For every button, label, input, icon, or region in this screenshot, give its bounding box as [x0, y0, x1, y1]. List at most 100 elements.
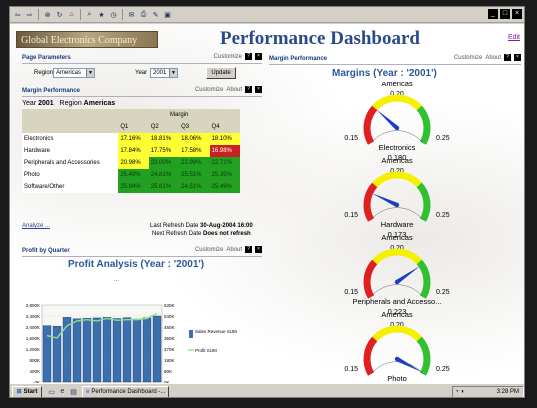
quarter-header: Q3 [179, 121, 210, 133]
section-title: Profit by Quarter [22, 247, 70, 254]
browser-window: ⇦ ⇨ ⊗ ↻ ⌂ ⌕ ★ ◷ ✉ ⎙ ✎ ▣ _ □ × Global Ele… [9, 6, 525, 398]
maximize-button[interactable]: □ [500, 9, 510, 19]
page-header: Global Electronics Company Performance D… [10, 24, 524, 54]
margin-cell[interactable]: 25.51% [179, 169, 210, 181]
help-icon[interactable]: ? [504, 54, 511, 61]
divider [22, 96, 262, 97]
margin-cell[interactable]: 22.99% [179, 157, 210, 169]
table-body: Electronics 17.16% 18.81% 18.06% 18.10% Hardw… [22, 133, 240, 193]
margin-cell[interactable]: 25.94% [118, 181, 149, 193]
gauge-hub [394, 356, 400, 362]
start-label: Start [23, 388, 38, 395]
discuss-icon[interactable]: ▣ [162, 9, 173, 20]
last-refresh-label: Last Refresh Date [150, 223, 199, 229]
margin-cell[interactable]: 22.71% [209, 157, 240, 169]
favorites-icon[interactable]: ★ [96, 9, 107, 20]
about-link[interactable]: About [485, 55, 501, 61]
gauge-needle [376, 109, 399, 130]
margin-cell[interactable]: 25.49% [118, 169, 149, 181]
margin-cell[interactable]: 17.75% [148, 145, 180, 157]
gauge-yellow-band [372, 248, 422, 265]
table-corner [22, 121, 119, 133]
margin-cell[interactable]: 17.58% [179, 145, 210, 157]
close-icon[interactable]: × [514, 54, 521, 61]
gauge-red-band [363, 105, 378, 145]
section-title: Margin Performance [22, 87, 81, 94]
bar [122, 317, 132, 383]
profit-chart-title: Profit Analysis (Year : '2001') [68, 259, 205, 270]
row-label: Software/Other [22, 181, 119, 193]
dashboard-page: Global Electronics Company Performance D… [10, 24, 524, 383]
margin-cell[interactable]: 16.98% [209, 145, 240, 157]
year-select-value: 2001 [153, 70, 167, 76]
region-select-value: Americas [56, 70, 82, 76]
close-icon[interactable]: × [255, 246, 262, 253]
quick-launch-desktop-icon[interactable]: ▭ [46, 386, 57, 397]
refresh-icon[interactable]: ↻ [54, 9, 65, 20]
quick-launch-ie-icon[interactable]: e [57, 386, 68, 397]
margin-cell[interactable]: 17.84% [118, 145, 149, 157]
table-header-row: Q1 Q2 Q3 Q4 [22, 121, 240, 133]
ie-icon: e [86, 388, 90, 395]
y2-tick-label: 450K [164, 325, 175, 330]
customize-link[interactable]: Customize [195, 247, 223, 253]
margin-cell[interactable]: 24.51% [179, 181, 210, 193]
table-row: Hardware 17.84% 17.75% 17.58% 16.98% [22, 145, 240, 157]
customize-link[interactable]: Customize [195, 87, 223, 93]
row-label: Photo [22, 169, 119, 181]
gauge-yellow-band [372, 171, 422, 188]
gauge-red-band [363, 336, 378, 376]
margin-cell[interactable]: 18.06% [179, 133, 210, 145]
forward-icon[interactable]: ⇨ [24, 9, 35, 20]
close-icon[interactable]: × [255, 53, 262, 60]
margin-cell[interactable]: 25.49% [209, 181, 240, 193]
margin-cell[interactable]: 17.16% [118, 133, 149, 145]
home-icon[interactable]: ⌂ [66, 9, 77, 20]
about-link[interactable]: About [226, 87, 242, 93]
search-icon[interactable]: ⌕ [84, 9, 95, 20]
about-link[interactable]: About [226, 247, 242, 253]
y2-tick-label: 180K [164, 358, 175, 363]
analyze-link[interactable]: Analyze ... [22, 223, 50, 229]
edit-icon[interactable]: ✎ [150, 9, 161, 20]
minimize-button[interactable]: _ [488, 9, 498, 19]
company-logo: Global Electronics Company [16, 31, 158, 48]
region-label: Region [34, 70, 54, 76]
back-icon[interactable]: ⇦ [12, 9, 23, 20]
help-icon[interactable]: ? [245, 86, 252, 93]
clock: 3:28 PM [496, 389, 519, 395]
bar [132, 318, 142, 383]
section-title: Page Parameters [22, 54, 71, 61]
region-filter-label: Region [59, 100, 82, 107]
margin-cell[interactable]: 25.81% [148, 181, 180, 193]
gauge-yellow-band [372, 325, 422, 342]
help-icon[interactable]: ? [245, 246, 252, 253]
chevron-down-icon: ▼ [169, 69, 177, 77]
start-button[interactable]: ⊞ Start [12, 385, 42, 397]
stop-icon[interactable]: ⊗ [42, 9, 53, 20]
margin-cell[interactable]: 18.81% [148, 133, 180, 145]
print-icon[interactable]: ⎙ [138, 9, 149, 20]
mail-icon[interactable]: ✉ [126, 9, 137, 20]
history-icon[interactable]: ◷ [108, 9, 119, 20]
row-label: Electronics [22, 133, 119, 145]
margin-cell[interactable]: 20.98% [118, 157, 149, 169]
table-header-row: Margin [22, 109, 240, 121]
close-icon[interactable]: × [255, 86, 262, 93]
close-button[interactable]: × [512, 9, 522, 19]
taskbar-item[interactable]: e Performance Dashboard -... [82, 385, 170, 397]
margin-cell[interactable]: 18.10% [209, 133, 240, 145]
help-icon[interactable]: ? [245, 53, 252, 60]
gauges-header: Margin Performance Customize About ? × [269, 54, 521, 63]
gauge-min-tick: 0.15 [344, 366, 358, 373]
year-select[interactable]: 2001 ▼ [150, 68, 178, 78]
margin-cell[interactable]: 25.35% [209, 169, 240, 181]
customize-link[interactable]: Customize [454, 55, 482, 61]
update-button[interactable]: Update [206, 67, 236, 79]
customize-link[interactable]: Customize [214, 54, 242, 60]
quick-launch-folder-icon[interactable]: ▤ [68, 386, 79, 397]
margin-cell[interactable]: 23.00% [148, 157, 180, 169]
edit-link[interactable]: Edit [508, 34, 520, 41]
region-select[interactable]: Americas ▼ [53, 68, 95, 78]
margin-cell[interactable]: 24.81% [148, 169, 180, 181]
